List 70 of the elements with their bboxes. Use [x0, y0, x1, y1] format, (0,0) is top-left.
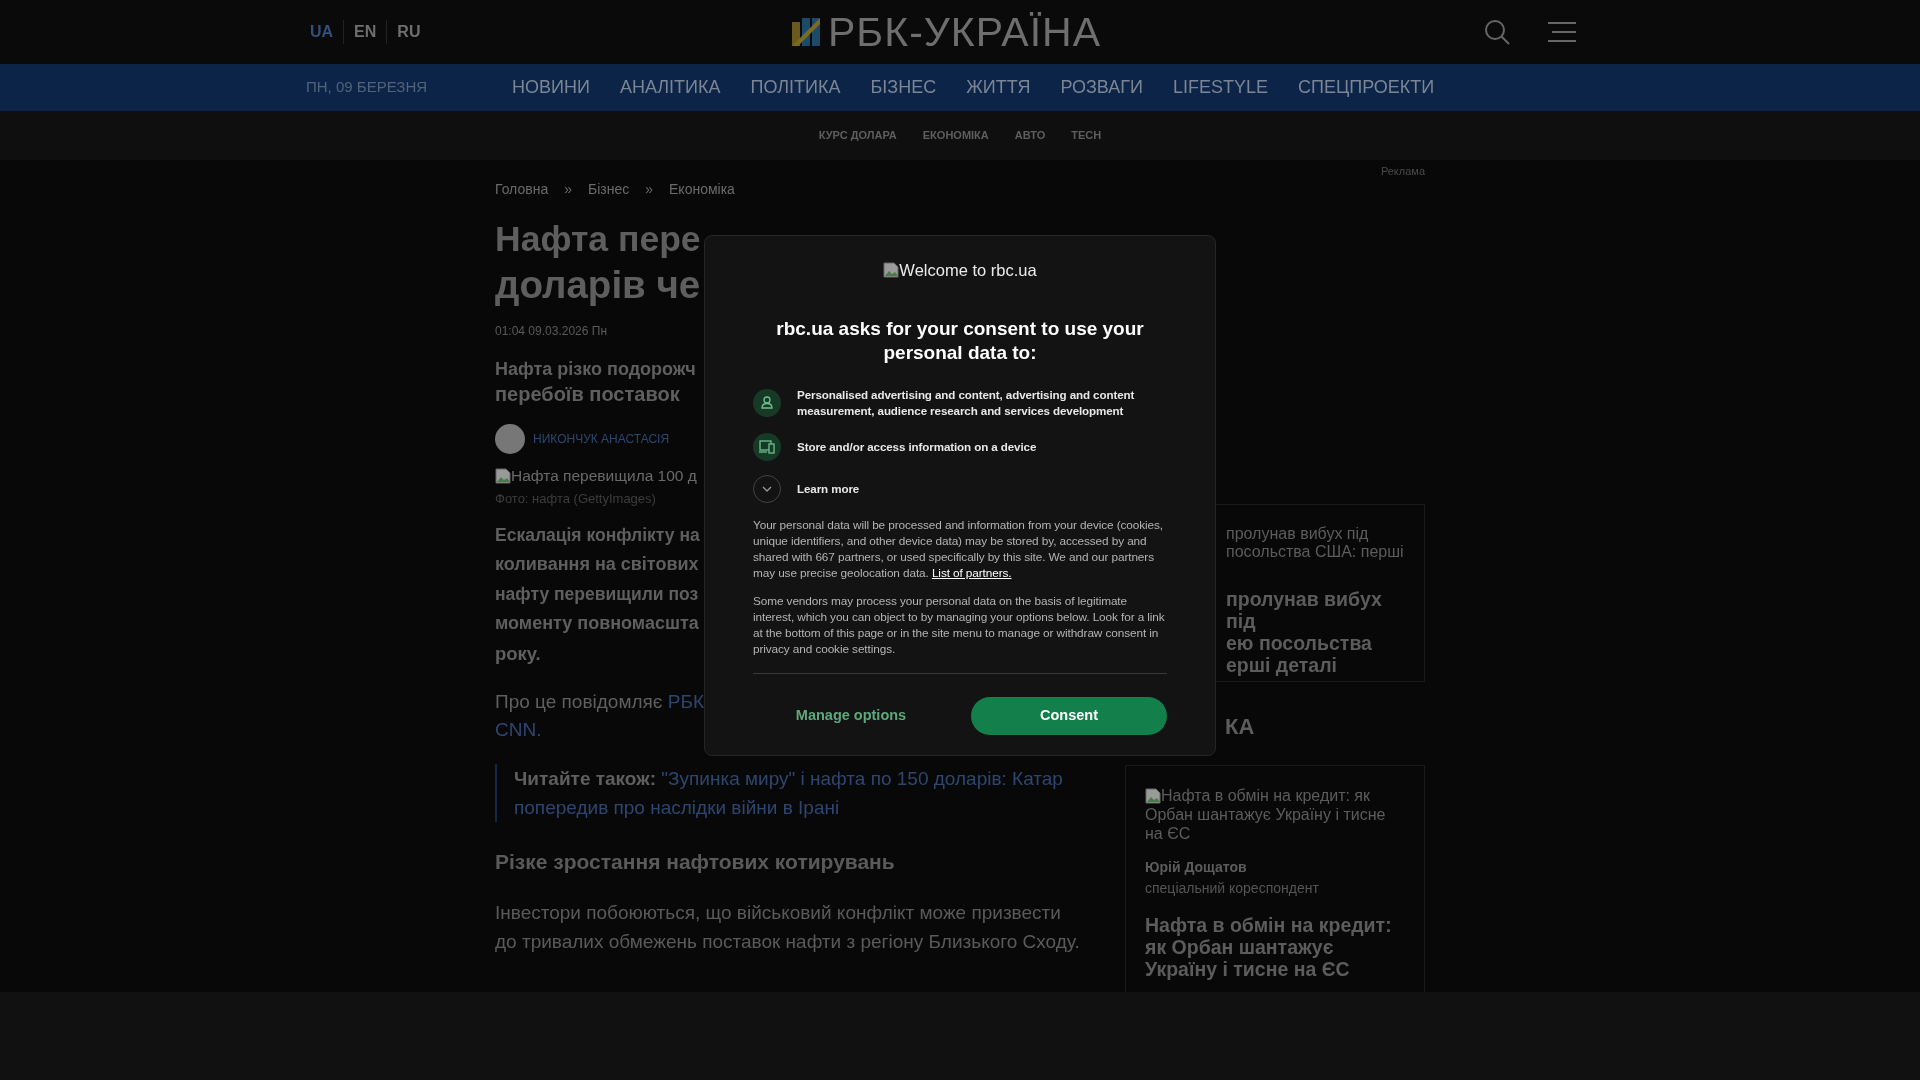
source-link[interactable]: РБК: [667, 691, 705, 713]
news-title[interactable]: ерші деталі: [1226, 653, 1414, 676]
manage-options-button[interactable]: Manage options: [753, 703, 949, 728]
intro-text: року.: [495, 641, 541, 666]
subnav-link[interactable]: ЕКОНОМІКА: [922, 127, 989, 144]
consent-text: Some vendors may process your personal data on the basis of legitimate interest, which you can object to by managing your options below. Look for a link at the bottom of this page or in the site menu to manage or withdraw consent in privacy and cookie settings.: [753, 592, 1166, 657]
intro-text: Ескалація конфлікту на: [495, 523, 700, 547]
image-alt-text: пролунав вибух під: [1226, 524, 1370, 543]
source-text: Про це повідомляє: [495, 691, 664, 713]
author-link[interactable]: НИКОНЧУК АНАСТАСІЯ: [533, 430, 670, 448]
nav-link[interactable]: РОЗВАГИ: [1060, 74, 1143, 101]
news-title[interactable]: ею посольства: [1226, 631, 1414, 654]
language-link[interactable]: UA: [306, 20, 344, 44]
purpose-text: Personalised advertising and content, advertising and content measurement, audience research and services development: [797, 386, 1136, 419]
read-also-text: Читайте також: "Зупинка миру" і нафта по 150 доларів: Катар попередив про наслідки війни в Ірані: [514, 767, 1064, 821]
article-title[interactable]: Нафта в обмін на кредит: як Орбан шантажує Україну і тисне на ЄС: [1145, 913, 1404, 980]
nav-link[interactable]: СПЕЦПРОЕКТИ: [1298, 74, 1435, 101]
dialog-heading: rbc.ua asks for your consent to use your personal data to:: [775, 316, 1145, 365]
devices-icon: [753, 432, 781, 461]
logo-alt-text: Welcome to rbc.ua: [883, 258, 1037, 283]
partners-link[interactable]: List of partners.: [931, 565, 1012, 580]
consent-button[interactable]: Consent: [971, 696, 1167, 735]
subnav-link[interactable]: TECH: [1071, 127, 1102, 144]
section-title: КА: [1225, 712, 1255, 741]
consent-text: Your personal data will be processed and information from your device (cookies, unique identifiers, and other device data) may be stored by, accessed by and shared with 667 partners, or used specifically by this site. We and our partners may use precise geolocation data. List of partners.: [753, 516, 1165, 581]
paragraph-text: Інвестори побоюються, що військовий конфлікт може призвести до тривалих обмежень поставок нафти з регіону Близького Сходу.: [495, 900, 1081, 955]
language-link[interactable]: EN: [343, 20, 387, 44]
logo-text[interactable]: РБК-УКРАЇНА: [828, 12, 1101, 52]
broken-image-icon: [495, 467, 511, 484]
headline-text: доларів че: [495, 262, 701, 307]
language-link[interactable]: RU: [386, 20, 431, 44]
headline-text: Нафта пере: [495, 218, 701, 261]
author-name: Юрій Дощатов: [1145, 857, 1248, 877]
subnav-link[interactable]: АВТО: [1014, 127, 1046, 144]
menu-icon[interactable]: [1548, 21, 1576, 43]
date-text: ПН, 09 БЕРЕЗНЯ: [306, 77, 429, 98]
breadcrumb-link[interactable]: Бізнес: [588, 179, 630, 200]
search-icon[interactable]: [1484, 19, 1510, 45]
image-alt-text: Нафта в обмін на кредит: як Орбан шантажує Україну і тисне на ЄС: [1145, 786, 1386, 842]
broken-image-icon: [1145, 788, 1161, 805]
breadcrumb-separator: »: [564, 180, 572, 199]
lead-text: Нафта різко подорожч: [495, 358, 696, 381]
nav-link[interactable]: АНАЛІТИКА: [619, 74, 721, 101]
intro-text: моменту повномасшта: [495, 612, 699, 636]
nav-link[interactable]: ЖИТТЯ: [966, 74, 1031, 101]
source-link[interactable]: CNN.: [495, 719, 542, 741]
breadcrumb-separator: »: [645, 180, 654, 199]
breadcrumb-link[interactable]: Головна: [495, 179, 549, 200]
nav-link[interactable]: НОВИНИ: [512, 74, 590, 101]
ad-label: Реклама: [1379, 164, 1425, 179]
lead-text: перебоїв поставок: [495, 382, 680, 407]
image-alt-text: посольства США: перші: [1226, 542, 1405, 561]
author-role: спеціальний кореспондент: [1145, 878, 1320, 898]
image-alt-text: Нафта перевищила 100 д: [511, 466, 697, 486]
chevron-down-icon: [762, 485, 772, 492]
intro-text: нафту перевищили поз: [495, 582, 699, 606]
learn-more-text[interactable]: Learn more: [797, 480, 860, 497]
date-text: 01:04 09.03.2026 Пн: [495, 323, 607, 340]
subnav-link[interactable]: КУРС ДОЛАРА: [818, 127, 897, 144]
breadcrumb-link[interactable]: Економіка: [669, 179, 735, 200]
intro-text: коливання на світових: [495, 553, 699, 577]
nav-link[interactable]: LIFESTYLE: [1173, 74, 1269, 101]
broken-image-icon: [883, 262, 900, 279]
nav-link[interactable]: ПОЛІТИКА: [750, 74, 841, 101]
logo-icon: [792, 18, 820, 46]
purpose-text: Store and/or access information on a device: [797, 438, 1037, 455]
nav-link[interactable]: БІЗНЕС: [870, 74, 937, 101]
author-avatar: [495, 424, 525, 454]
section-heading: Різке зростання нафтових котирувань: [495, 849, 896, 876]
person-icon: [753, 388, 781, 417]
